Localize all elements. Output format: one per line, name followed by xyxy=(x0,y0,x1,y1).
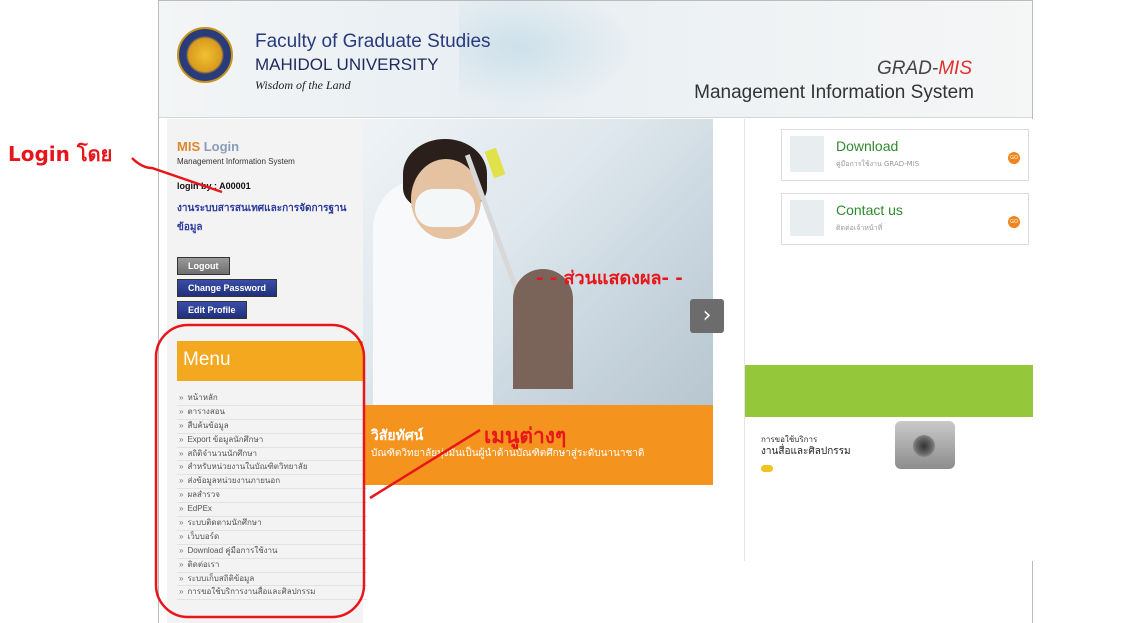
menu-highlight-outline xyxy=(154,323,366,619)
menu-annotation-arrow xyxy=(369,428,481,500)
login-annotation-arrow xyxy=(131,157,223,194)
annotation-menus-label: เมนูต่างๆ xyxy=(484,424,567,448)
annotation-login-label: Login โดย xyxy=(8,142,113,166)
annotation-overlay xyxy=(131,157,481,619)
annotation-display-area-label: - - ส่วนแสดงผล- - xyxy=(536,268,683,289)
